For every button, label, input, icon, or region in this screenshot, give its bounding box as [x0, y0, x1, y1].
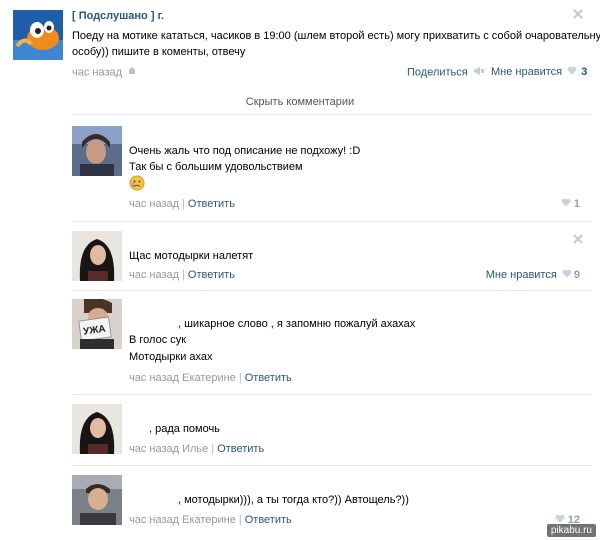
share-label[interactable]: Поделиться: [407, 66, 468, 78]
watermark-text: pikabu.ru: [550, 525, 592, 536]
comment-2-avatar[interactable]: [72, 231, 122, 281]
comment-5-text-1: , мотодырки))), а ты тогда кто?)) Автоще…: [178, 494, 409, 506]
comment-1-meta: час назад | Ответить: [129, 198, 235, 210]
comment-4-text-1: , рада помочь: [149, 423, 220, 435]
share-button[interactable]: Поделиться: [407, 66, 485, 79]
comment-4-time[interactable]: час назад Илье: [129, 443, 208, 455]
comment-1-likes[interactable]: 1: [561, 198, 580, 210]
comment-2-close-icon[interactable]: [573, 234, 583, 244]
comment-4-reply-button[interactable]: Ответить: [217, 443, 264, 455]
post-author[interactable]: [ Подслушано ] г.: [72, 10, 164, 22]
post-text-line-2: особу)) пишите в коменты, отвечу: [72, 46, 246, 58]
post-like-button[interactable]: Мне нравится 3: [491, 66, 587, 78]
comment-2-time[interactable]: час назад: [129, 269, 179, 281]
post-like-label[interactable]: Мне нравится: [491, 66, 562, 78]
comment-2-likes[interactable]: Мне нравится 9: [486, 269, 580, 281]
comments-top-divider: [72, 114, 592, 115]
comment-1-text-1: Очень жаль что под описание не подхожу! …: [129, 145, 361, 157]
comment-3-meta: час назад Екатерине | Ответить: [129, 372, 292, 384]
comment-2-reply-button[interactable]: Ответить: [188, 269, 235, 281]
comment-divider: [72, 465, 592, 466]
comment-3-text-2: В голос сук: [129, 334, 187, 346]
comment-2-like-count: 9: [573, 269, 580, 281]
comment-5-meta: час назад Екатерине | Ответить: [129, 514, 292, 526]
comment-3-avatar[interactable]: УЖА: [72, 299, 122, 349]
post-time[interactable]: час назад: [72, 66, 137, 79]
android-icon: [127, 66, 137, 79]
heart-icon: [567, 66, 577, 78]
comment-1-like-count: 1: [573, 198, 580, 210]
heart-icon: [561, 198, 571, 210]
comment-2-meta: час назад | Ответить: [129, 269, 235, 281]
watermark: pikabu.ru: [546, 524, 596, 537]
comment-3-text-3: Мотодырки ахах: [129, 351, 213, 363]
post-time-label[interactable]: час назад: [72, 66, 122, 78]
comment-1-text-2: Так бы с большим удовольствием: [129, 161, 303, 173]
comment-3-time[interactable]: час назад Екатерине: [129, 372, 236, 384]
comment-divider: [72, 290, 592, 291]
comment-4-avatar[interactable]: [72, 404, 122, 454]
megaphone-icon: [473, 66, 485, 79]
comment-2-text-1: Щас мотодырки налетят: [129, 250, 254, 262]
comment-1-time[interactable]: час назад: [129, 198, 179, 210]
post-avatar[interactable]: [13, 10, 63, 60]
post-close-icon[interactable]: [573, 9, 583, 19]
hide-comments-link[interactable]: Скрыть комментарии: [0, 96, 600, 108]
comment-5-reply-button[interactable]: Ответить: [245, 514, 292, 526]
hide-comments-label[interactable]: Скрыть комментарии: [246, 96, 354, 108]
post-text-line-1: Поеду на мотике кататься, часиков в 19:0…: [72, 30, 600, 42]
comment-1-reply-button[interactable]: Ответить: [188, 198, 235, 210]
comment-4-meta: час назад Илье | Ответить: [129, 443, 265, 455]
comment-3-text-1: , шикарное слово , я запомню пожалуй аха…: [178, 318, 416, 330]
comment-3-reply-button[interactable]: Ответить: [245, 372, 292, 384]
comment-divider: [72, 394, 592, 395]
heart-icon: [562, 269, 572, 281]
comment-5-avatar[interactable]: [72, 475, 122, 525]
comment-1-avatar[interactable]: [72, 126, 122, 176]
comment-divider: [72, 221, 592, 222]
post-like-count: 3: [581, 66, 588, 78]
comment-2-like-label[interactable]: Мне нравится: [486, 269, 557, 281]
crying-smiley-icon: [129, 175, 145, 191]
comment-5-time[interactable]: час назад Екатерине: [129, 514, 236, 526]
